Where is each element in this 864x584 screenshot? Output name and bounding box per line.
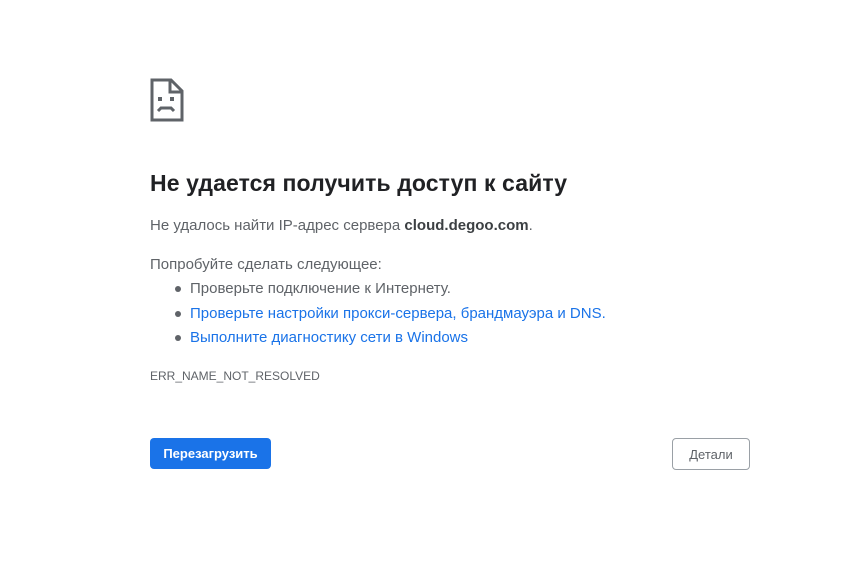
error-page: Не удается получить доступ к сайту Не уд…: [0, 0, 864, 584]
details-button[interactable]: Детали: [672, 438, 750, 470]
server-hostname: cloud.degoo.com: [404, 217, 529, 234]
error-code: ERR_NAME_NOT_RESOLVED: [150, 369, 320, 383]
summary-suffix: .: [528, 217, 533, 234]
page-title: Не удается получить доступ к сайту: [150, 170, 568, 196]
suggestion-run-diagnostics-link[interactable]: Выполните диагностику сети в Windows: [150, 328, 606, 353]
suggestion-check-proxy-link[interactable]: Проверьте настройки прокси-сервера, бран…: [150, 304, 606, 329]
reload-button[interactable]: Перезагрузить: [150, 438, 271, 469]
summary-prefix: Не удалось найти IP-адрес сервера: [150, 217, 405, 234]
suggestions-list: Проверьте подключение к Интернету. Прове…: [150, 279, 606, 353]
suggestion-check-connection: Проверьте подключение к Интернету.: [150, 279, 606, 304]
suggestions-title: Попробуйте сделать следующее:: [150, 256, 382, 273]
sad-page-icon: [150, 78, 184, 122]
error-summary: Не удалось найти IP-адрес сервера cloud.…: [150, 217, 533, 234]
